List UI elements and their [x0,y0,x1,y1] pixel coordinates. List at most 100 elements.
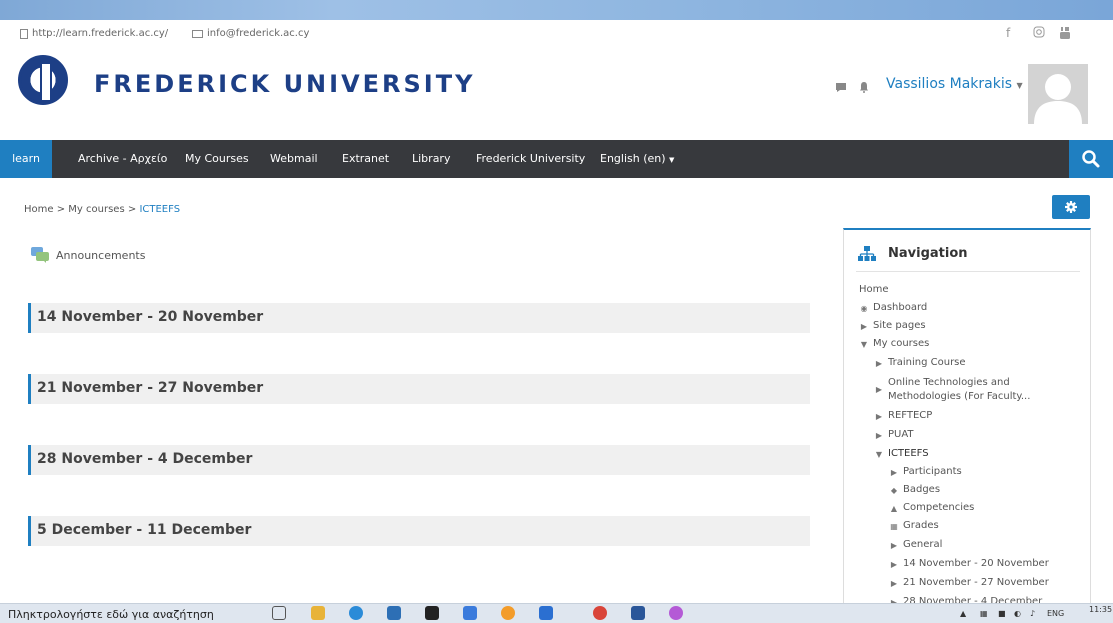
nav-extranet[interactable]: Extranet [342,140,389,178]
triangle-right-icon: ▶ [860,322,868,331]
gear-icon [1065,201,1077,213]
nav-label: My courses [873,338,930,349]
triangle-right-icon: ▶ [875,385,883,394]
triangle-down-icon: ▼ [860,340,868,349]
triangle-right-icon: ▶ [875,431,883,440]
caret-down-icon: ▼ [1016,81,1023,90]
amazon-icon[interactable] [425,606,439,620]
week-section[interactable]: 5 December - 11 December [28,516,810,546]
search-button[interactable] [1069,140,1113,178]
week-title: 14 November - 20 November [37,309,264,325]
breadcrumb-current[interactable]: ICTEEFS [139,204,180,215]
breadcrumb: Home > My courses > ICTEEFS [24,204,180,215]
nav-label: REFTECP [888,410,933,421]
nav-archive[interactable]: Archive - Αρχείο [78,140,167,178]
email-address: info@frederick.ac.cy [207,28,310,39]
website-link[interactable]: http://learn.frederick.ac.cy/ [20,28,168,39]
university-name[interactable]: FREDERICK UNIVERSITY [94,70,475,98]
firefox-icon[interactable] [501,606,515,620]
nav-course-reftecp[interactable]: ▶ REFTECP [874,410,932,423]
tray-chevron-icon[interactable]: ▲ [960,609,966,618]
triangle-right-icon: ▶ [890,560,898,569]
facebook-icon[interactable]: f [1006,26,1010,40]
word-icon[interactable] [631,606,645,620]
nav-my-courses[interactable]: My Courses [185,140,249,178]
nav-label: 14 November - 20 November [903,558,1049,569]
tray-volume-icon[interactable]: ♪ [1030,609,1035,618]
nav-label: Dashboard [873,302,928,313]
user-menu[interactable]: Vassilios Makrakis ▼ [886,76,1023,92]
university-logo[interactable] [18,55,68,105]
nav-library[interactable]: Library [412,140,450,178]
nav-participants[interactable]: ▶ Participants [889,466,962,479]
week-section[interactable]: 28 November - 4 December [28,445,810,475]
triangle-right-icon: ▶ [875,412,883,421]
nav-my-courses[interactable]: ▼ My courses [859,338,929,351]
nav-week[interactable]: ▶ 21 November - 27 November [889,577,1049,590]
nav-badges[interactable]: ◆ Badges [889,484,940,497]
messages-icon[interactable] [835,78,847,97]
notifications-icon[interactable] [858,78,870,97]
nav-dashboard[interactable]: ◉ Dashboard [859,302,928,315]
nav-course-online-tech[interactable]: ▶ Online Technologies and Methodologies … [874,376,1031,404]
competencies-icon: ▲ [890,504,898,513]
file-explorer-icon[interactable] [311,606,325,620]
edge-browser-icon[interactable] [349,606,363,620]
app-icon[interactable] [669,606,683,620]
nav-label: Participants [903,466,962,477]
nav-label: Competencies [903,502,975,513]
week-title: 5 December - 11 December [37,522,252,538]
instagram-icon[interactable] [1033,26,1045,41]
course-settings-button[interactable] [1052,195,1090,219]
tray-clock[interactable]: 11:35 [1089,605,1112,614]
tray-language[interactable]: ENG [1047,609,1064,618]
store-icon[interactable] [387,606,401,620]
username-label: Vassilios Makrakis [886,76,1013,92]
avatar[interactable] [1028,64,1088,124]
dashboard-icon: ◉ [860,304,868,313]
nav-course-icteefs[interactable]: ▼ ICTEEFS [874,448,929,461]
nav-label: ICTEEFS [888,448,929,459]
nav-general[interactable]: ▶ General [889,539,943,552]
nav-learn[interactable]: learn [0,140,52,178]
taskbar-search-input[interactable]: Πληκτρολογήστε εδώ για αναζήτηση [8,608,214,621]
site-header: FREDERICK UNIVERSITY Vassilios Makrakis … [0,48,1113,140]
email-link[interactable]: info@frederick.ac.cy [192,28,309,39]
vscode-icon[interactable] [463,606,477,620]
nav-course-puat[interactable]: ▶ PUAT [874,429,914,442]
mail-icon[interactable] [539,606,553,620]
nav-language-menu[interactable]: English (en) ▼ [600,140,674,178]
week-section[interactable]: 21 November - 27 November [28,374,810,404]
tray-chat-icon[interactable]: ■ [998,609,1006,618]
week-section[interactable]: 14 November - 20 November [28,303,810,333]
nav-competencies[interactable]: ▲ Competencies [889,502,974,515]
nav-label: Training Course [888,357,966,368]
triangle-right-icon: ▶ [890,541,898,550]
tray-network-icon[interactable]: ▦ [980,609,988,618]
nav-site-pages[interactable]: ▶ Site pages [859,320,926,333]
sitemap-icon [858,246,876,261]
os-taskbar: Πληκτρολογήστε εδώ για αναζήτηση ▲ ▦ ■ ◐… [0,603,1113,623]
nav-webmail[interactable]: Webmail [270,140,318,178]
forum-icon [31,247,49,263]
tray-wifi-icon[interactable]: ◐ [1014,609,1021,618]
triangle-right-icon: ▶ [875,359,883,368]
nav-home[interactable]: Home [859,284,889,295]
youtube-icon[interactable] [1059,26,1071,43]
grades-table-icon: ▦ [890,522,898,531]
nav-course-training[interactable]: ▶ Training Course [874,357,966,370]
task-view-icon[interactable] [272,606,286,620]
announcements-link[interactable]: Announcements [30,246,145,264]
nav-week[interactable]: ▶ 14 November - 20 November [889,558,1049,571]
nav-label: PUAT [888,429,914,440]
chrome-icon[interactable] [593,606,607,620]
nav-label: General [903,539,943,550]
navigation-block: Navigation Home ◉ Dashboard ▶ Site pages ▼… [843,228,1091,622]
breadcrumb-my-courses[interactable]: My courses [68,204,124,215]
nav-label: 21 November - 27 November [903,577,1049,588]
nav-grades[interactable]: ▦ Grades [889,520,938,533]
nav-frederick-university[interactable]: Frederick University [476,140,585,178]
breadcrumb-home[interactable]: Home [24,204,54,215]
trophy-icon: ◆ [890,486,898,495]
language-label: English (en) [600,152,666,165]
